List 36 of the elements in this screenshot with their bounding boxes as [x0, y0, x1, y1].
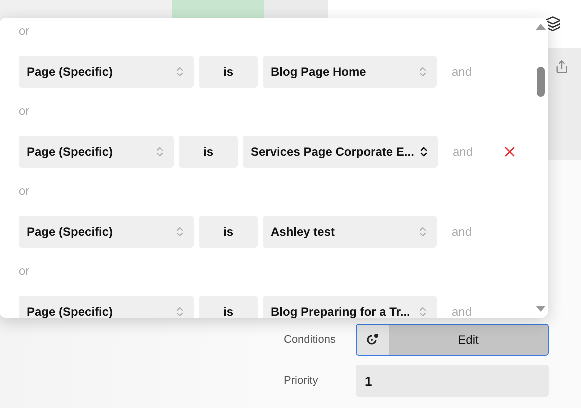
field-select[interactable]: Page (Specific) [19, 56, 194, 88]
or-label: or [19, 263, 30, 279]
scroll-down-icon[interactable] [536, 306, 546, 312]
chevron-icon [174, 226, 186, 238]
setting-label: Priority [284, 375, 320, 387]
edit-conditions-button[interactable]: Edit [356, 324, 549, 356]
field-select[interactable]: Page (Specific) [19, 216, 194, 248]
share-icon[interactable] [555, 60, 569, 74]
operator-select[interactable]: is [199, 296, 258, 318]
layers-icon[interactable] [545, 16, 561, 32]
chevron-icon [417, 306, 429, 318]
chevron-icon [418, 146, 430, 158]
chevron-icon [174, 306, 186, 318]
and-label: and [452, 225, 474, 239]
or-label: or [19, 23, 30, 39]
field-select[interactable]: Page (Specific) [19, 136, 174, 168]
and-label: and [452, 65, 474, 79]
or-label: or [19, 183, 30, 199]
operator-select[interactable]: is [179, 136, 238, 168]
or-label: or [19, 103, 30, 119]
scrollbar-thumb[interactable] [537, 67, 545, 97]
setting-label: Conditions [284, 334, 337, 346]
chevron-icon [154, 146, 166, 158]
and-label: and [453, 145, 474, 159]
chevron-icon [417, 226, 429, 238]
operator-select[interactable]: is [199, 56, 258, 88]
scroll-up-icon[interactable] [536, 24, 546, 30]
operator-select[interactable]: is [199, 216, 258, 248]
value-select[interactable]: Blog Page Home [263, 56, 437, 88]
condition-icon [366, 333, 380, 347]
value-select[interactable]: Services Page Corporate E... [243, 136, 438, 168]
and-label: and [452, 305, 474, 318]
chevron-icon [417, 66, 429, 78]
value-select[interactable]: Ashley test [263, 216, 437, 248]
chevron-icon [174, 66, 186, 78]
priority-field[interactable]: 1 [356, 365, 549, 397]
